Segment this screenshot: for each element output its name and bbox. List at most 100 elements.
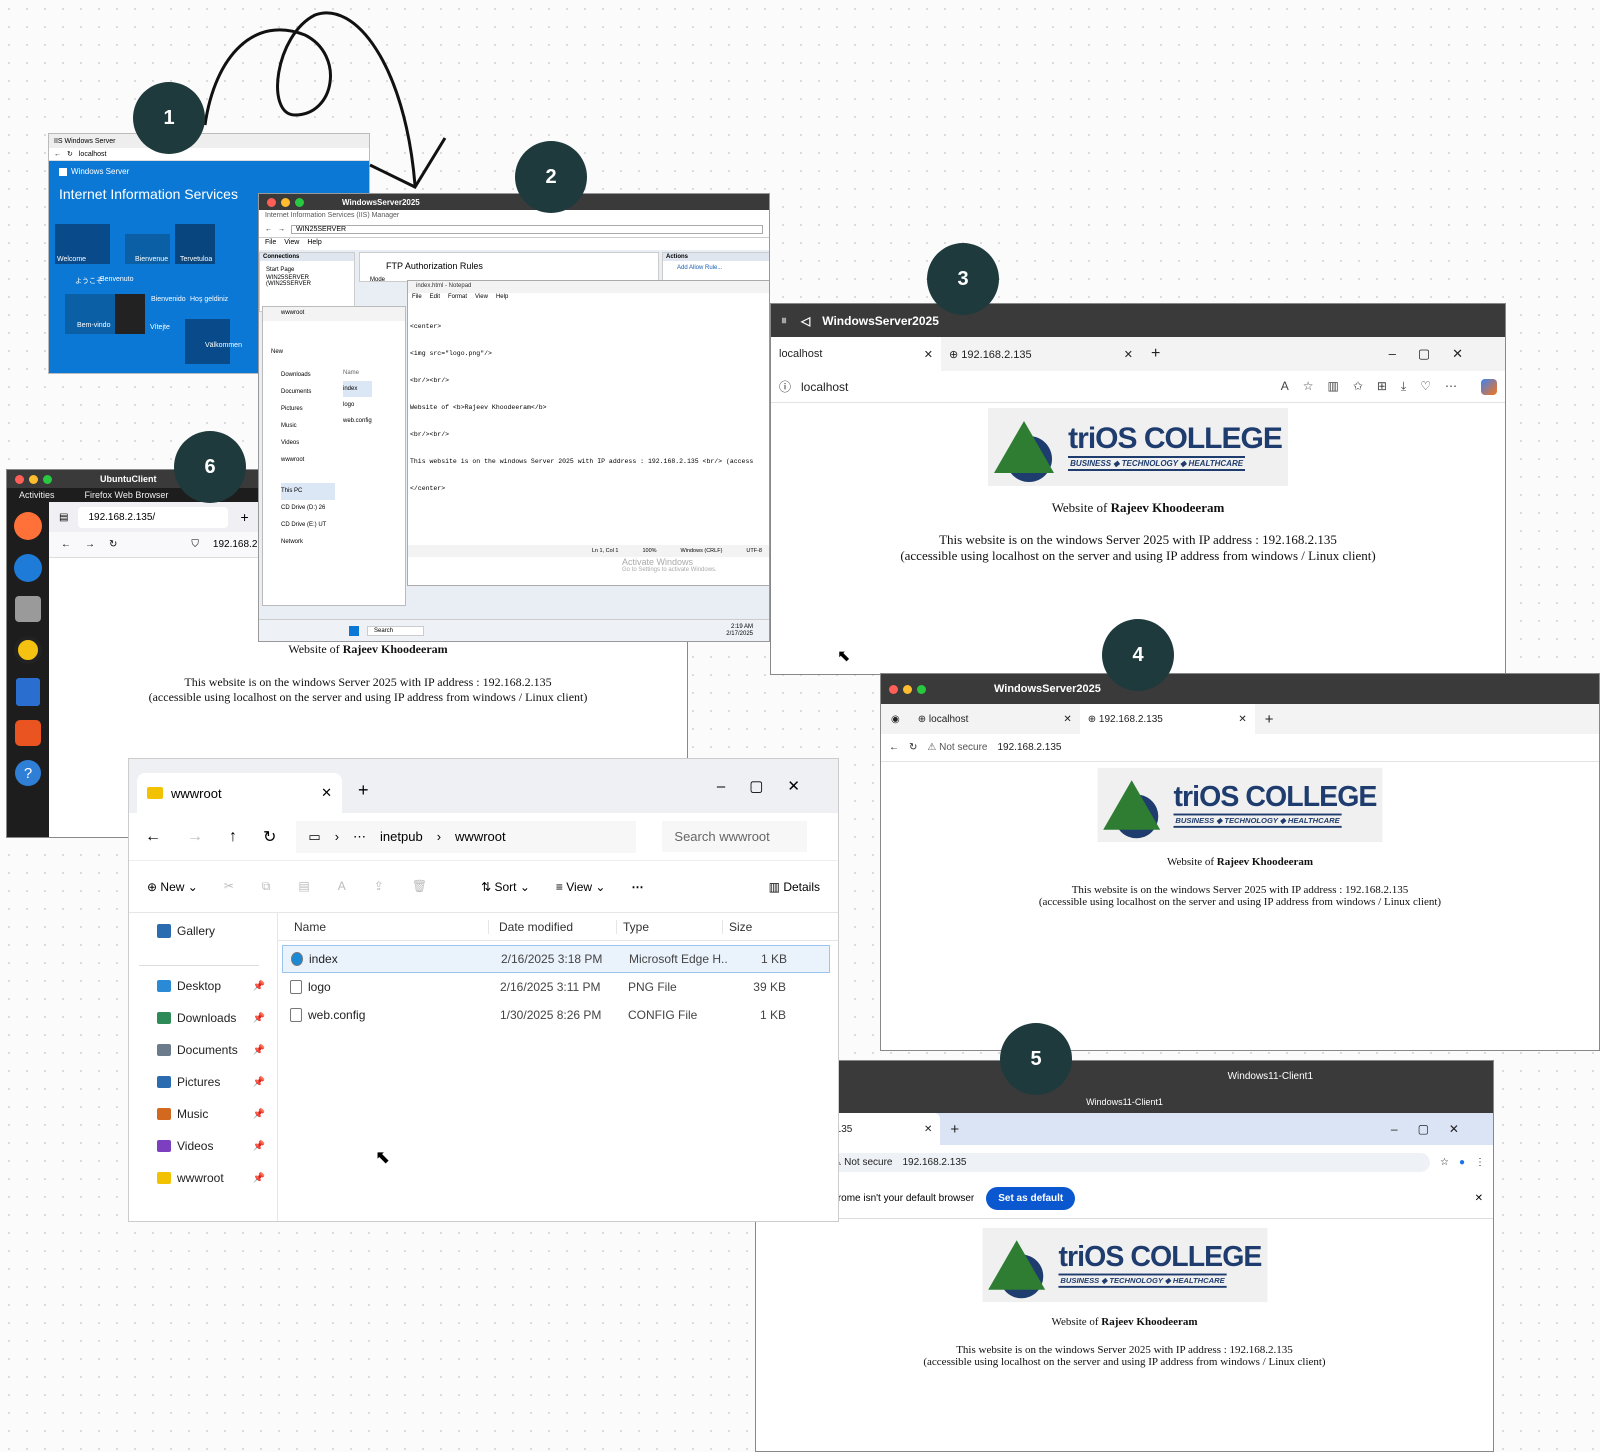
forward-icon[interactable]: → <box>278 226 285 233</box>
up-icon[interactable]: ↑ <box>229 828 237 846</box>
menu-view[interactable]: View <box>284 239 299 249</box>
reload-icon[interactable]: ↻ <box>109 539 117 550</box>
vm-new-button[interactable]: New <box>263 321 405 355</box>
new-tab-icon[interactable]: + <box>358 780 369 801</box>
reload-icon[interactable]: ↻ <box>67 150 73 158</box>
firefox-icon[interactable] <box>14 512 42 540</box>
close-tab-icon[interactable]: ✕ <box>924 1124 932 1135</box>
back-icon[interactable]: ← <box>54 151 61 158</box>
notepad-editor[interactable]: <center> <img src="logo.png"/> <br/><br/… <box>408 304 769 511</box>
close-dot-icon[interactable] <box>889 684 898 694</box>
iis-manager-breadcrumb[interactable]: ← → WIN25SERVER <box>259 222 769 238</box>
menu-icon[interactable]: ⋮ <box>1475 1157 1485 1168</box>
column-date[interactable]: Date modified <box>488 919 616 934</box>
sidebar-item-music[interactable]: Music 📌 <box>129 1098 269 1130</box>
tree-server[interactable]: WIN25SERVER (WIN25SERVER <box>260 273 354 289</box>
zoom-dot-icon[interactable] <box>295 197 304 207</box>
vm-side-item[interactable]: CD Drive (E:) UT <box>281 517 335 534</box>
pin-icon[interactable]: 📌 <box>253 981 265 992</box>
crumb-inetpub[interactable]: inetpub <box>380 829 423 844</box>
table-row[interactable]: logo 2/16/2025 3:11 PM PNG File 39 KB <box>282 973 830 1001</box>
sidebar-item-videos[interactable]: Videos 📌 <box>129 1130 269 1162</box>
more-options-icon[interactable]: ⋯ <box>631 880 643 894</box>
edge-addressbar[interactable]: ⓘ localhost A☆▥✩⊞⤓♡⋯ <box>771 371 1505 403</box>
zoom-dot-icon[interactable] <box>917 684 926 694</box>
vm-side-item[interactable]: CD Drive (D:) 26 <box>281 500 335 517</box>
copilot-icon[interactable] <box>1481 378 1497 395</box>
sidebar-item-gallery[interactable]: Gallery <box>129 915 269 947</box>
not-secure-label[interactable]: Not secure <box>939 742 987 753</box>
tab-ip[interactable]: ⊕ 192.168.2.135 ✕ <box>941 337 1141 371</box>
crumb-wwwroot[interactable]: wwwroot <box>455 829 506 844</box>
new-tab-icon[interactable]: + <box>1265 711 1274 728</box>
tab-localhost[interactable]: localhost ✕ <box>771 337 941 371</box>
sidebar-item-desktop[interactable]: Desktop 📌 <box>129 970 269 1002</box>
search-input[interactable]: Search wwwroot <box>662 821 808 852</box>
close-dot-icon[interactable] <box>15 474 24 484</box>
shield-icon[interactable]: ⛉ <box>191 539 199 550</box>
close-tab-icon[interactable]: ✕ <box>321 785 332 801</box>
firefox-tab[interactable]: 192.168.2.135/ <box>78 506 229 528</box>
notepad-menu-item[interactable]: Edit <box>430 294 440 303</box>
menu-help[interactable]: Help <box>307 239 321 249</box>
edge-toolbar-icons[interactable]: A☆▥✩⊞⤓♡⋯ <box>1281 379 1471 394</box>
new-button[interactable]: ⊕ New ⌄ <box>147 880 198 894</box>
back-icon[interactable]: ← <box>61 539 71 550</box>
back-icon[interactable]: ← <box>889 742 899 753</box>
taskbar-search[interactable]: Search <box>367 625 425 636</box>
window-controls[interactable]: –▢✕ <box>1391 1122 1479 1136</box>
thunderbird-icon[interactable] <box>14 554 42 582</box>
pin-icon[interactable]: 📌 <box>253 1173 265 1184</box>
bookmark-star-icon[interactable]: ☆ <box>1440 1157 1449 1168</box>
start-icon[interactable] <box>349 625 359 636</box>
vm-side-item[interactable]: Pictures <box>281 401 335 418</box>
notepad-menu-item[interactable]: File <box>412 294 422 303</box>
pin-icon[interactable]: 📌 <box>253 1141 265 1152</box>
vm-file-item[interactable]: logo <box>343 397 372 413</box>
add-allow-rule-link[interactable]: Add Allow Rule... <box>663 261 769 275</box>
sidebar-item-downloads[interactable]: Downloads 📌 <box>129 1002 269 1034</box>
vm-side-item[interactable]: wwwroot <box>281 452 335 469</box>
forward-icon[interactable]: → <box>85 539 95 550</box>
server-crumb[interactable]: WIN25SERVER <box>291 225 763 234</box>
column-type[interactable]: Type <box>616 919 722 934</box>
vm-side-item[interactable]: Downloads <box>281 367 335 384</box>
close-tab-icon[interactable]: ✕ <box>1124 348 1133 361</box>
view-button[interactable]: ≡ View ⌄ <box>556 880 606 894</box>
window-controls[interactable]: –▢✕ <box>717 777 824 795</box>
iis-tab[interactable]: IIS Windows Server <box>54 138 115 145</box>
pin-icon[interactable]: 📌 <box>253 1109 265 1120</box>
clipboard-icons[interactable]: ✂⧉▤A⇪🗑 <box>224 879 455 894</box>
close-tab-icon[interactable]: ✕ <box>1238 714 1246 725</box>
vm-side-item[interactable]: Music <box>281 418 335 435</box>
sort-button[interactable]: ⇅ Sort ⌄ <box>481 880 530 894</box>
vm-file-item[interactable]: web.config <box>343 413 372 429</box>
new-tab-icon[interactable]: + <box>240 509 248 525</box>
zoom-dot-icon[interactable] <box>43 474 52 484</box>
activities-button[interactable]: Activities <box>19 490 55 500</box>
profile-icon[interactable]: ● <box>1459 1157 1465 1168</box>
set-default-button[interactable]: Set as default <box>986 1187 1076 1210</box>
tab-ip[interactable]: ⊕ 192.168.2.135 ✕ <box>1079 704 1255 734</box>
vm-side-item[interactable]: Documents <box>281 384 335 401</box>
sidebar-item-pictures[interactable]: Pictures 📌 <box>129 1066 269 1098</box>
details-button[interactable]: ▥ Details <box>769 880 820 894</box>
close-dot-icon[interactable] <box>267 197 276 207</box>
vm-file-item[interactable]: index <box>343 381 372 397</box>
tab-list-icon[interactable]: ▤ <box>59 512 68 523</box>
vm-side-item[interactable]: This PC <box>281 483 335 500</box>
pin-icon[interactable]: 📌 <box>253 1013 265 1024</box>
refresh-icon[interactable]: ↻ <box>263 827 276 847</box>
explorer-tab[interactable]: wwwroot ✕ <box>137 773 342 813</box>
chrome-addressbar[interactable]: ←→↻ ⚠ Not secure192.168.2.135 ☆●⋮ <box>756 1145 1493 1179</box>
close-tab-icon[interactable]: ✕ <box>1063 714 1071 725</box>
back-triangle-icon[interactable]: ◁ <box>801 314 810 328</box>
column-name[interactable]: Name <box>278 920 488 934</box>
minimize-dot-icon[interactable] <box>903 684 912 694</box>
help-icon[interactable]: ? <box>15 760 41 786</box>
vm-explorer-tab[interactable]: wwwroot <box>263 307 405 321</box>
minimize-dot-icon[interactable] <box>29 474 38 484</box>
notepad-menu-item[interactable]: Format <box>448 294 467 303</box>
tree-start-page[interactable]: Start Page <box>260 261 354 273</box>
not-secure-label[interactable]: Not secure <box>844 1157 892 1168</box>
